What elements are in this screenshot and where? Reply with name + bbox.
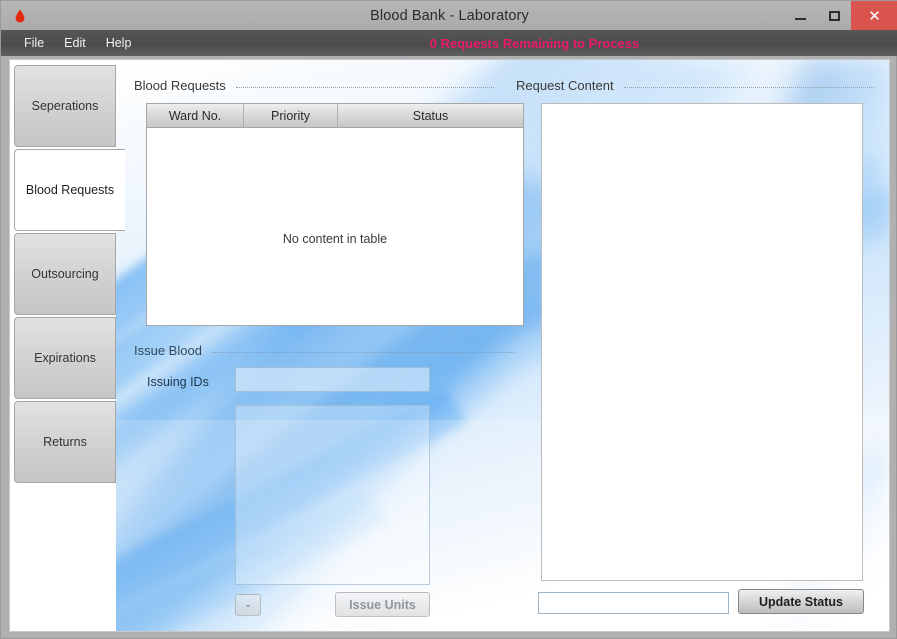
- section-blood-requests: Blood Requests: [134, 78, 494, 93]
- issuing-ids-label: Issuing IDs: [147, 375, 209, 389]
- section-issue-blood: Issue Blood: [134, 343, 514, 358]
- blood-drop-icon: [12, 8, 28, 24]
- sidebar-tabs: Seperations Blood Requests Outsourcing E…: [10, 60, 125, 631]
- update-status-button[interactable]: Update Status: [738, 589, 864, 614]
- title-bar: Blood Bank - Laboratory ✕: [1, 1, 897, 30]
- sidebar-item-expirations[interactable]: Expirations: [14, 317, 116, 399]
- close-button[interactable]: ✕: [851, 1, 897, 30]
- section-rule: [623, 86, 874, 88]
- blood-requests-table[interactable]: Ward No. Priority Status No content in t…: [146, 103, 524, 326]
- issuing-ids-input[interactable]: [235, 367, 430, 392]
- section-rule: [211, 351, 514, 353]
- section-title-request-content: Request Content: [516, 78, 614, 93]
- minimize-icon: [794, 18, 806, 20]
- column-header-ward-no[interactable]: Ward No.: [147, 104, 244, 127]
- minimize-button[interactable]: [783, 1, 817, 30]
- maximize-icon: [828, 10, 840, 21]
- section-title-issue-blood: Issue Blood: [134, 343, 202, 358]
- remove-unit-button[interactable]: -: [235, 594, 261, 616]
- section-rule: [235, 86, 494, 88]
- app-window: Blood Bank - Laboratory ✕ File Edit Help…: [0, 0, 897, 639]
- menu-item-help[interactable]: Help: [97, 33, 141, 53]
- column-header-priority[interactable]: Priority: [244, 104, 338, 127]
- menu-item-file[interactable]: File: [15, 33, 53, 53]
- sidebar-item-seperations[interactable]: Seperations: [14, 65, 116, 147]
- sidebar-item-outsourcing[interactable]: Outsourcing: [14, 233, 116, 315]
- table-body[interactable]: No content in table: [147, 128, 523, 325]
- sidebar-item-blood-requests[interactable]: Blood Requests: [14, 149, 125, 231]
- issue-units-listbox[interactable]: [235, 405, 430, 585]
- blood-requests-panel: Blood Requests Ward No. Priority Status …: [116, 60, 889, 631]
- menu-bar: File Edit Help 0 Requests Remaining to P…: [1, 30, 897, 56]
- table-empty-message: No content in table: [282, 232, 388, 246]
- column-header-status[interactable]: Status: [338, 104, 523, 127]
- section-title-blood-requests: Blood Requests: [134, 78, 226, 93]
- table-header-row: Ward No. Priority Status: [147, 104, 523, 128]
- content-frame: Seperations Blood Requests Outsourcing E…: [9, 59, 890, 632]
- window-controls: ✕: [783, 1, 897, 30]
- sidebar-item-returns[interactable]: Returns: [14, 401, 116, 483]
- menu-item-edit[interactable]: Edit: [55, 33, 95, 53]
- page-title: Blood Bank - Laboratory: [370, 7, 529, 24]
- status-input[interactable]: [538, 592, 729, 614]
- section-request-content: Request Content: [516, 78, 874, 93]
- request-content-box[interactable]: [541, 103, 863, 581]
- issue-units-button[interactable]: Issue Units: [335, 592, 430, 617]
- maximize-button[interactable]: [817, 1, 851, 30]
